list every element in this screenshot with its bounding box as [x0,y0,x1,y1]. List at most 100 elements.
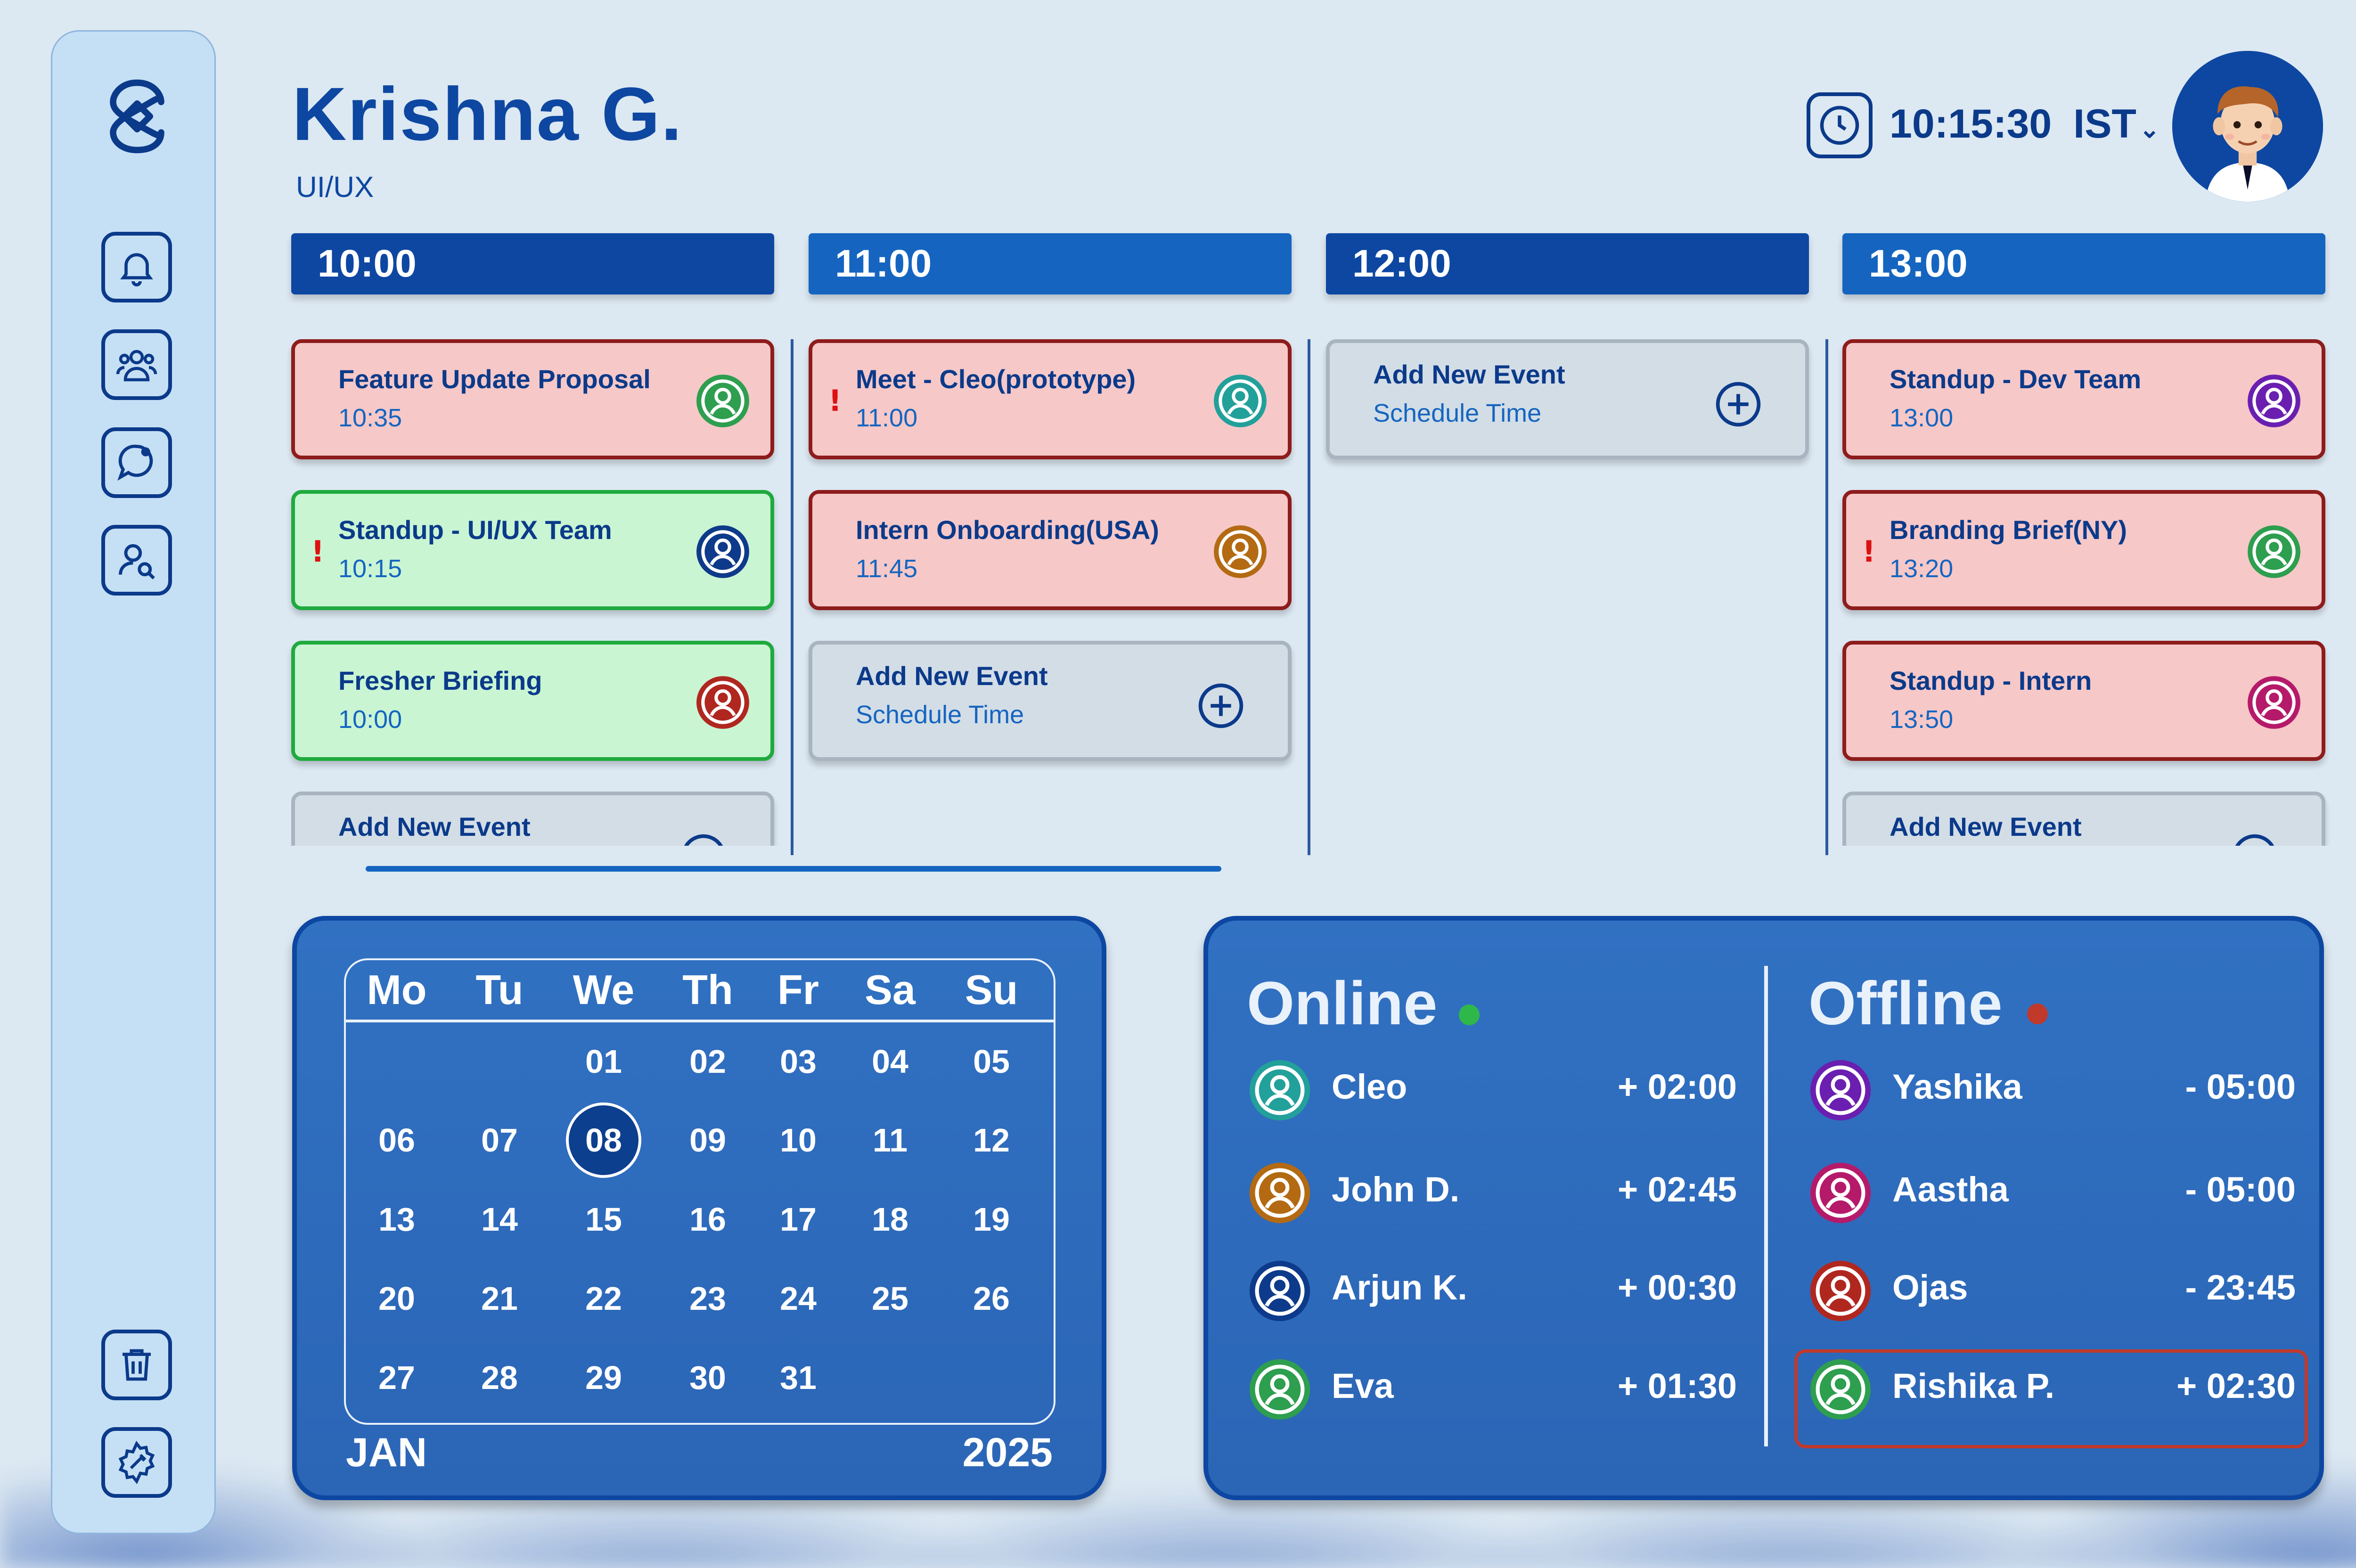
calendar-month[interactable]: JAN [346,1429,427,1476]
user-avatar-icon[interactable] [2245,372,2303,430]
alert-icon: ! [311,534,325,569]
event-card[interactable]: ! Meet - Cleo(prototype) 11:00 [809,339,1292,459]
calendar-day[interactable]: 16 [670,1200,745,1238]
add-event-icon[interactable] [679,832,728,846]
event-title: Add New Event [856,661,1048,691]
event-card[interactable]: Feature Update Proposal 10:35 [291,339,774,459]
member-name: Ojas [1892,1268,1968,1307]
calendar-day[interactable]: 20 [359,1280,434,1317]
user-avatar-icon[interactable] [694,372,752,430]
user-avatar-icon[interactable] [1211,523,1269,580]
calendar-divider [346,1020,1054,1022]
calendar-day[interactable]: 25 [852,1280,928,1317]
clock-zone: IST [2073,101,2136,147]
event-title: Add New Event [1890,812,2082,841]
calendar-day[interactable]: 26 [954,1280,1029,1317]
notifications-button[interactable] [101,232,172,302]
add-event-card[interactable]: Add New Event [291,792,774,846]
user-avatar-icon[interactable] [2245,523,2303,580]
calendar-day[interactable]: 03 [761,1043,836,1080]
time-slot-header: 13:00 [1842,233,2325,294]
member-name: John D. [1332,1170,1460,1209]
event-card[interactable]: ! Standup - UI/UX Team 10:15 [291,490,774,610]
alert-icon: ! [1862,534,1876,569]
user-avatar-icon[interactable] [1211,372,1269,430]
calendar-day[interactable]: 01 [566,1043,641,1080]
clock-icon [1820,106,1859,145]
horizontal-scrollbar[interactable] [366,866,1221,872]
calendar-day[interactable]: 11 [852,1121,928,1159]
member-time-offset: + 02:45 [1617,1170,1737,1209]
calendar-day[interactable]: 05 [954,1043,1029,1080]
calendar-day[interactable]: 28 [462,1359,537,1396]
calendar-day[interactable]: 08 [566,1121,641,1159]
chat-button[interactable] [101,427,172,498]
calendar-day[interactable]: 19 [954,1200,1029,1238]
add-event-card[interactable]: Add New Event Schedule Time [809,641,1292,761]
calendar-day[interactable]: 18 [852,1200,928,1238]
status-divider [1764,966,1768,1446]
event-card[interactable]: ! Branding Brief(NY) 13:20 [1842,490,2325,610]
calendar-day[interactable]: 23 [670,1280,745,1317]
calendar-day[interactable]: 21 [462,1280,537,1317]
event-title: Add New Event [338,812,531,841]
calendar-day[interactable]: 15 [566,1200,641,1238]
user-avatar-icon[interactable] [694,674,752,731]
calendar-day[interactable]: 13 [359,1200,434,1238]
calendar-day[interactable]: 31 [761,1359,836,1396]
calendar-widget: Mo Tu We Th Fr Sa Su 01 02 03 04 05 06 07 08 09 10 11 12 13… [292,916,1106,1500]
event-card[interactable]: Fresher Briefing 10:00 [291,641,774,761]
event-time: 11:00 [856,404,918,432]
team-button[interactable] [101,329,172,400]
calendar-day[interactable]: 30 [670,1359,745,1396]
event-time: 10:35 [338,404,402,432]
weekday-label: Th [682,966,733,1013]
calendar-day[interactable]: 27 [359,1359,434,1396]
user-avatar-icon[interactable] [694,523,752,580]
member-time-offset: + 02:30 [2176,1366,2296,1405]
alert-icon: ! [828,384,842,418]
calendar-year[interactable]: 2025 [963,1429,1053,1476]
calendar-day[interactable]: 07 [462,1121,537,1159]
calendar-day[interactable]: 09 [670,1121,745,1159]
user-avatar[interactable] [2172,51,2323,202]
user-avatar-icon[interactable] [2245,674,2303,731]
user-avatar-icon [1808,1356,1873,1422]
calendar-day[interactable]: 02 [670,1043,745,1080]
event-title: Standup - Intern [1890,666,2092,695]
calendar-day[interactable]: 06 [359,1121,434,1159]
event-card[interactable]: Standup - Dev Team 13:00 [1842,339,2325,459]
add-event-icon[interactable] [2230,832,2279,846]
add-event-icon[interactable] [1714,380,1763,429]
event-title: Meet - Cleo(prototype) [856,364,1136,394]
trash-button[interactable] [101,1330,172,1400]
user-search-icon [119,544,155,580]
calendar-day[interactable]: 22 [566,1280,641,1317]
calendar-day[interactable]: 10 [761,1121,836,1159]
calendar-day[interactable]: 17 [761,1200,836,1238]
event-title: Add New Event [1373,359,1565,389]
event-title: Branding Brief(NY) [1890,515,2127,545]
clock-button[interactable] [1807,92,1873,158]
calendar-day[interactable]: 14 [462,1200,537,1238]
event-card[interactable]: Intern Onboarding(USA) 11:45 [809,490,1292,610]
settings-button[interactable] [101,1427,172,1498]
user-search-button[interactable] [101,525,172,596]
event-time: Schedule Time [856,701,1024,729]
weekday-label: Tu [475,966,524,1013]
calendar-day[interactable]: 29 [566,1359,641,1396]
add-event-card[interactable]: Add New Event Schedule Time [1326,339,1809,459]
add-event-icon[interactable] [1196,681,1245,730]
calendar-day[interactable]: 12 [954,1121,1029,1159]
calendar-day[interactable]: 04 [852,1043,928,1080]
event-card[interactable]: Standup - Intern 13:50 [1842,641,2325,761]
timezone-selector[interactable]: 10:15:30 IST ⌄ [1890,101,2160,147]
member-name: Cleo [1332,1067,1407,1106]
calendar-day[interactable]: 24 [761,1280,836,1317]
add-event-card[interactable]: Add New Event [1842,792,2325,846]
app-logo-icon[interactable] [97,76,177,156]
column-divider [791,339,794,855]
settings-icon [118,1440,155,1485]
user-avatar-icon [1247,1057,1313,1123]
team-status-panel: Online Offline Cleo + 02:00 John D. + 02… [1203,916,2324,1500]
